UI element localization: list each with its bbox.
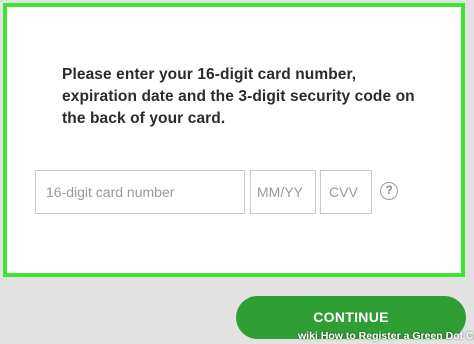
help-icon[interactable]: ? [380,182,398,200]
cvv-input[interactable] [320,170,372,214]
watermark-title: How to Register a Green Dot Card [320,330,474,342]
card-number-input[interactable] [35,170,245,214]
watermark-brand: wiki [298,330,318,342]
instructions-text: Please enter your 16-digit card number, … [62,66,415,127]
card-entry-panel: Please enter your 16-digit card number, … [3,3,465,277]
watermark: wiki How to Register a Green Dot Card [298,329,474,343]
expiry-input[interactable] [250,170,316,214]
